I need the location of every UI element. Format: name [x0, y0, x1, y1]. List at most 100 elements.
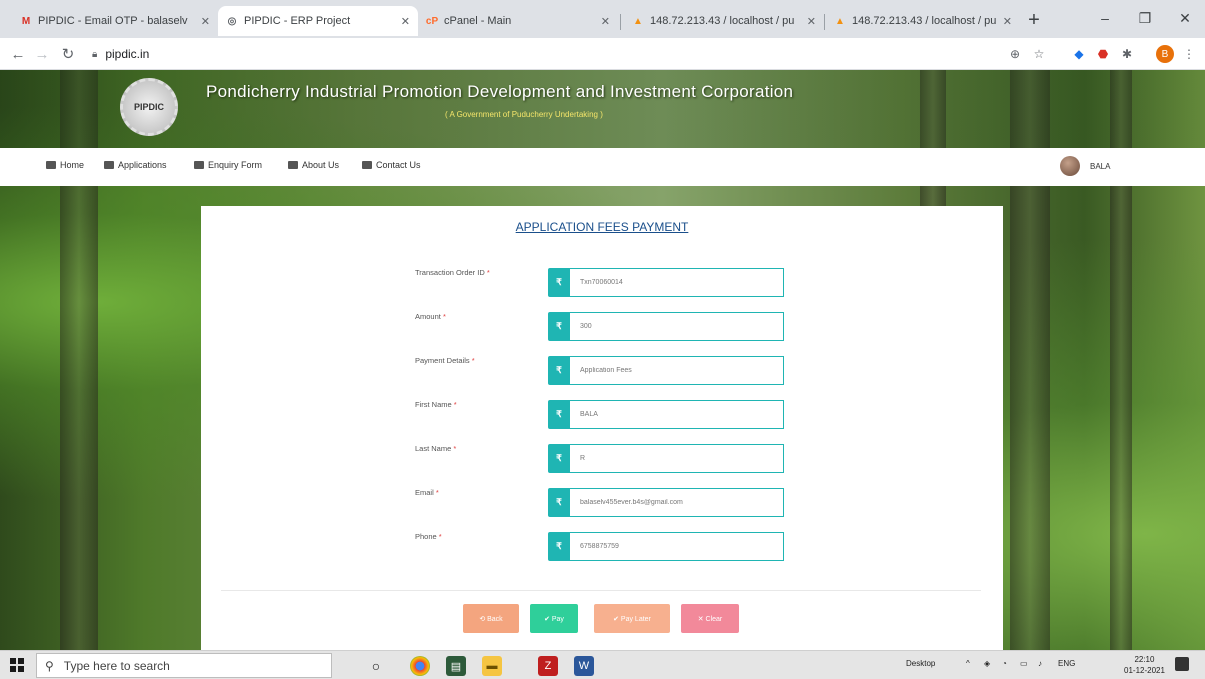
- tray-volume-icon[interactable]: ♪: [1038, 659, 1042, 668]
- required-mark: *: [435, 488, 439, 497]
- field-label: Payment Details *: [415, 356, 475, 365]
- tab-close-icon[interactable]: ✕: [201, 15, 210, 28]
- nav-about-us[interactable]: About Us: [288, 160, 339, 170]
- label-text: First Name: [415, 400, 452, 409]
- taskbar-search-box[interactable]: ⚲ Type here to search: [36, 653, 332, 678]
- transaction-order-id-input[interactable]: [570, 268, 784, 297]
- desktop-toolbar-label[interactable]: Desktop: [906, 659, 935, 668]
- first-name-input[interactable]: [570, 400, 784, 429]
- browser-tab-erp-project[interactable]: ◎ PIPDIC - ERP Project ✕: [218, 6, 418, 36]
- user-avatar: [1060, 156, 1080, 176]
- nav-contact-us[interactable]: Contact Us: [362, 160, 421, 170]
- app-icon[interactable]: ▤: [446, 656, 466, 676]
- globe-icon: ◎: [227, 15, 237, 27]
- adblock-icon[interactable]: ⬣: [1094, 45, 1112, 63]
- bookmark-star-icon[interactable]: ☆: [1030, 45, 1048, 63]
- clock-date: 01-12-2021: [1124, 666, 1165, 675]
- new-tab-button[interactable]: +: [1022, 8, 1046, 32]
- cpanel-icon: cP: [425, 15, 439, 27]
- field-first-name: First Name * ₹: [415, 400, 785, 430]
- rupee-icon: ₹: [548, 268, 570, 297]
- tab-label: PIPDIC - ERP Project: [244, 15, 351, 27]
- web-page: PIPDIC Pondicherry Industrial Promotion …: [0, 70, 1205, 650]
- filezilla-icon[interactable]: Z: [538, 656, 558, 676]
- phone-input[interactable]: [570, 532, 784, 561]
- tab-close-icon[interactable]: ✕: [1003, 15, 1012, 28]
- form-title: APPLICATION FEES PAYMENT: [515, 220, 689, 234]
- tray-chevron-icon[interactable]: ^: [966, 659, 970, 668]
- required-mark: *: [442, 312, 446, 321]
- notification-icon[interactable]: [1175, 657, 1189, 671]
- browser-tab-cpanel[interactable]: cP cPanel - Main ✕: [418, 6, 618, 36]
- home-icon: [46, 161, 56, 169]
- browser-toolbar: ← → ↻ 🔒︎ pipdic.in ⊕ ☆ ◆ ⬣ ✱ ⋮: [0, 38, 1205, 70]
- back-button[interactable]: ⟲ Back: [463, 604, 519, 633]
- browser-tab-email-otp[interactable]: M PIPDIC - Email OTP - balaselv ✕: [12, 6, 218, 36]
- nav-home[interactable]: Home: [46, 160, 84, 170]
- pay-button[interactable]: ✔ Pay: [530, 604, 578, 633]
- rupee-icon: ₹: [548, 312, 570, 341]
- tab-close-icon[interactable]: ✕: [807, 15, 816, 28]
- phpmyadmin-icon: ▲: [835, 15, 845, 27]
- required-mark: *: [438, 532, 442, 541]
- search-icon: ⚲: [45, 658, 54, 673]
- payment-details-input[interactable]: [570, 356, 784, 385]
- monitor-icon: [288, 161, 298, 169]
- phpmyadmin-icon: ▲: [633, 15, 643, 27]
- profile-avatar[interactable]: B: [1156, 45, 1174, 63]
- language-indicator[interactable]: ENG: [1058, 659, 1075, 668]
- tab-label: PIPDIC - Email OTP - balaselv: [38, 15, 188, 27]
- org-subtitle: ( A Government of Puducherry Undertaking…: [445, 110, 603, 119]
- pay-later-button[interactable]: ✔ Pay Later: [594, 604, 670, 633]
- tab-close-icon[interactable]: ✕: [401, 15, 410, 28]
- field-label: First Name *: [415, 400, 457, 409]
- tray-network-icon[interactable]: ◈: [984, 659, 990, 668]
- lock-icon: 🔒︎: [92, 48, 98, 60]
- clear-button[interactable]: ✕ Clear: [681, 604, 739, 633]
- windows-start-icon[interactable]: [10, 658, 24, 672]
- taskbar-clock[interactable]: 22:10 01-12-2021: [1124, 654, 1165, 676]
- tab-close-icon[interactable]: ✕: [601, 15, 610, 28]
- amount-input[interactable]: [570, 312, 784, 341]
- email-input[interactable]: [570, 488, 784, 517]
- forward-arrow-icon[interactable]: →: [32, 44, 52, 64]
- restore-button[interactable]: ❐: [1125, 6, 1165, 30]
- extensions-puzzle-icon[interactable]: ✱: [1118, 45, 1136, 63]
- browser-tab-phpmyadmin-1[interactable]: ▲ 148.72.213.43 / localhost / pu ✕: [624, 6, 824, 36]
- label-text: Email: [415, 488, 434, 497]
- search-placeholder: Type here to search: [63, 658, 170, 673]
- word-icon[interactable]: W: [574, 656, 594, 676]
- nav-label: Contact Us: [376, 160, 421, 170]
- logo-text: PIPDIC: [133, 102, 164, 112]
- required-mark: *: [453, 444, 457, 453]
- user-menu[interactable]: BALA: [1060, 156, 1110, 176]
- payment-card: APPLICATION FEES PAYMENT Transaction Ord…: [201, 206, 1003, 650]
- rupee-icon: ₹: [548, 532, 570, 561]
- close-window-button[interactable]: ✕: [1165, 6, 1205, 30]
- last-name-input[interactable]: [570, 444, 784, 473]
- field-label: Phone *: [415, 532, 442, 541]
- extension-icon[interactable]: ◆: [1070, 45, 1088, 63]
- tray-wifi-icon[interactable]: ◔: [1002, 659, 1007, 668]
- tab-label: cPanel - Main: [444, 15, 512, 27]
- minimize-button[interactable]: –: [1085, 6, 1125, 30]
- field-label: Transaction Order ID *: [415, 268, 490, 277]
- chrome-icon[interactable]: [410, 656, 430, 676]
- rupee-icon: ₹: [548, 444, 570, 473]
- label-text: Payment Details: [415, 356, 470, 365]
- nav-label: Home: [60, 160, 85, 170]
- zoom-icon[interactable]: ⊕: [1006, 45, 1024, 63]
- browser-tab-phpmyadmin-2[interactable]: ▲ 148.72.213.43 / localhost / pu ✕: [826, 6, 1020, 36]
- cortana-icon[interactable]: ○: [366, 656, 386, 676]
- field-phone: Phone * ₹: [415, 532, 785, 562]
- nav-enquiry-form[interactable]: Enquiry Form: [194, 160, 262, 170]
- menu-kebab-icon[interactable]: ⋮: [1180, 45, 1198, 63]
- tray-battery-icon[interactable]: ▭: [1020, 659, 1028, 668]
- back-arrow-icon[interactable]: ←: [8, 44, 28, 64]
- file-explorer-icon[interactable]: ▬: [482, 656, 502, 676]
- nav-applications[interactable]: Applications: [104, 160, 167, 170]
- browser-tab-strip: M PIPDIC - Email OTP - balaselv ✕ ◎ PIPD…: [0, 0, 1205, 38]
- reload-icon[interactable]: ↻: [58, 44, 78, 64]
- address-bar[interactable]: 🔒︎ pipdic.in: [92, 42, 992, 66]
- site-banner: PIPDIC Pondicherry Industrial Promotion …: [0, 70, 1205, 148]
